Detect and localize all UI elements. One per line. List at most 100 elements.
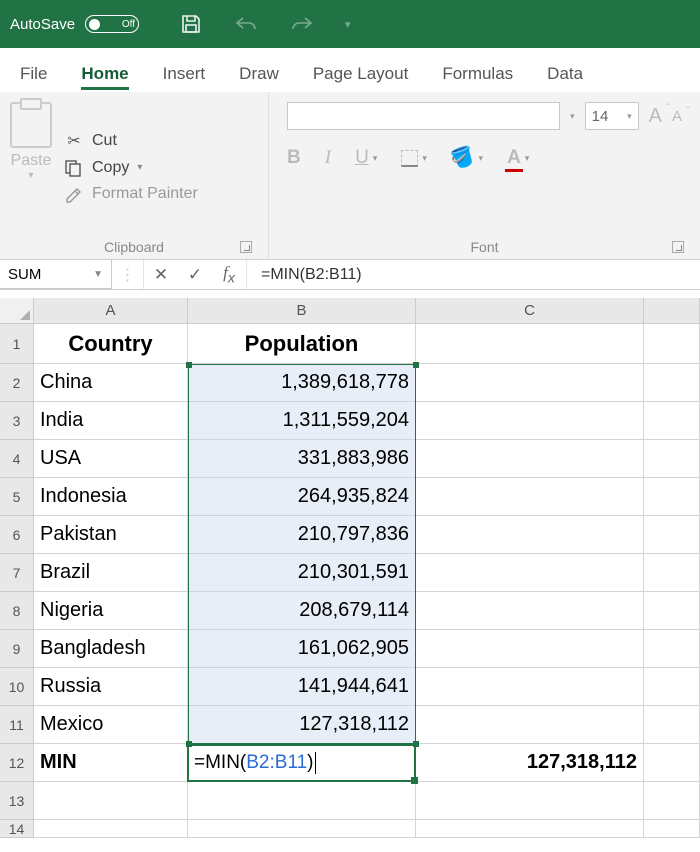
cell[interactable]: 210,797,836 [188, 516, 416, 554]
tab-page-layout[interactable]: Page Layout [313, 64, 408, 92]
cell[interactable]: 208,679,114 [188, 592, 416, 630]
col-header-B[interactable]: B [188, 298, 416, 323]
cell[interactable]: India [34, 402, 188, 440]
tab-data[interactable]: Data [547, 64, 583, 92]
cell[interactable] [644, 744, 700, 782]
cell[interactable] [416, 630, 644, 668]
cell[interactable] [416, 516, 644, 554]
increase-font-icon[interactable]: Aˆ [649, 105, 662, 128]
row-header[interactable]: 6 [0, 516, 34, 554]
select-all-corner[interactable] [0, 298, 34, 323]
paste-button[interactable]: Paste ▾ [10, 98, 52, 235]
decrease-font-icon[interactable]: Aˇ [672, 108, 682, 125]
chevron-down-icon[interactable]: ▾ [28, 170, 33, 181]
cell[interactable]: China [34, 364, 188, 402]
cell[interactable] [644, 782, 700, 820]
cell[interactable]: Mexico [34, 706, 188, 744]
cell[interactable] [644, 668, 700, 706]
row-header[interactable]: 8 [0, 592, 34, 630]
cell[interactable] [416, 782, 644, 820]
cell[interactable] [644, 554, 700, 592]
cell[interactable]: Indonesia [34, 478, 188, 516]
dialog-launcher-icon[interactable] [240, 241, 252, 253]
autosave-toggle[interactable]: Off [85, 15, 139, 33]
cell[interactable]: 1,389,618,778 [188, 364, 416, 402]
row-header[interactable]: 10 [0, 668, 34, 706]
spreadsheet-grid[interactable]: A B C 1 Country Population 2 China 1,389… [0, 298, 700, 838]
cell[interactable] [188, 820, 416, 838]
undo-icon[interactable] [233, 14, 259, 34]
cell[interactable] [416, 440, 644, 478]
cell[interactable]: 1,311,559,204 [188, 402, 416, 440]
active-cell[interactable]: =MIN(B2:B11) [188, 744, 416, 782]
font-size-combo[interactable]: 14 ▾ [585, 102, 639, 130]
row-header[interactable]: 14 [0, 820, 34, 838]
cell[interactable] [644, 324, 700, 364]
chevron-down-icon[interactable]: ▼ [93, 269, 103, 280]
row-header[interactable]: 5 [0, 478, 34, 516]
row-header[interactable]: 2 [0, 364, 34, 402]
tab-home[interactable]: Home [81, 64, 128, 92]
cell[interactable]: MIN [34, 744, 188, 782]
row-header[interactable]: 9 [0, 630, 34, 668]
cell[interactable] [644, 402, 700, 440]
cell[interactable] [644, 516, 700, 554]
formula-input[interactable]: =MIN(B2:B11) [246, 260, 700, 289]
cell[interactable] [416, 820, 644, 838]
insert-function-button[interactable]: fx [212, 263, 246, 286]
cancel-formula-button[interactable]: ✕ [144, 265, 178, 285]
font-name-combo[interactable] [287, 102, 560, 130]
cell[interactable] [416, 554, 644, 592]
cell[interactable]: Nigeria [34, 592, 188, 630]
cell[interactable]: Pakistan [34, 516, 188, 554]
row-header[interactable]: 4 [0, 440, 34, 478]
cell[interactable]: 127,318,112 [416, 744, 644, 782]
cell[interactable]: 161,062,905 [188, 630, 416, 668]
cell[interactable] [644, 592, 700, 630]
tab-file[interactable]: File [20, 64, 47, 92]
cell[interactable]: 331,883,986 [188, 440, 416, 478]
chevron-down-icon[interactable]: ▾ [137, 162, 142, 173]
cell[interactable] [416, 478, 644, 516]
customize-qat-icon[interactable]: ▾ [345, 18, 351, 31]
cell[interactable] [644, 820, 700, 838]
copy-button[interactable]: Copy ▾ [64, 159, 198, 177]
bold-button[interactable]: B [287, 147, 301, 169]
cell[interactable]: 141,944,641 [188, 668, 416, 706]
italic-button[interactable]: I [325, 147, 331, 169]
cell[interactable] [644, 364, 700, 402]
name-box[interactable]: SUM ▼ [0, 260, 112, 289]
cell[interactable] [416, 402, 644, 440]
cell[interactable] [416, 364, 644, 402]
fill-color-button[interactable]: 🪣 ▾ [451, 146, 483, 170]
row-header[interactable]: 7 [0, 554, 34, 592]
col-header-A[interactable]: A [34, 298, 188, 323]
cell[interactable]: USA [34, 440, 188, 478]
cell[interactable] [34, 782, 188, 820]
underline-button[interactable]: U ▾ [355, 147, 377, 169]
col-header-blank[interactable] [644, 298, 700, 323]
redo-icon[interactable] [289, 14, 315, 34]
cell[interactable]: 264,935,824 [188, 478, 416, 516]
cell[interactable]: 127,318,112 [188, 706, 416, 744]
cell[interactable] [416, 324, 644, 364]
font-color-button[interactable]: A ▾ [507, 147, 529, 169]
cell[interactable] [644, 440, 700, 478]
tab-formulas[interactable]: Formulas [442, 64, 513, 92]
chevron-down-icon[interactable]: ▾ [570, 111, 575, 122]
borders-button[interactable]: ▾ [401, 150, 427, 167]
cell[interactable] [416, 706, 644, 744]
row-header[interactable]: 12 [0, 744, 34, 782]
save-icon[interactable] [179, 12, 203, 36]
cell[interactable] [188, 782, 416, 820]
cell[interactable] [644, 630, 700, 668]
cell[interactable] [644, 706, 700, 744]
row-header[interactable]: 3 [0, 402, 34, 440]
cell[interactable] [416, 592, 644, 630]
dialog-launcher-icon[interactable] [672, 241, 684, 253]
enter-formula-button[interactable]: ✓ [178, 265, 212, 285]
row-header[interactable]: 13 [0, 782, 34, 820]
cell[interactable] [644, 478, 700, 516]
cell[interactable] [34, 820, 188, 838]
autosave-control[interactable]: AutoSave Off [10, 15, 139, 33]
